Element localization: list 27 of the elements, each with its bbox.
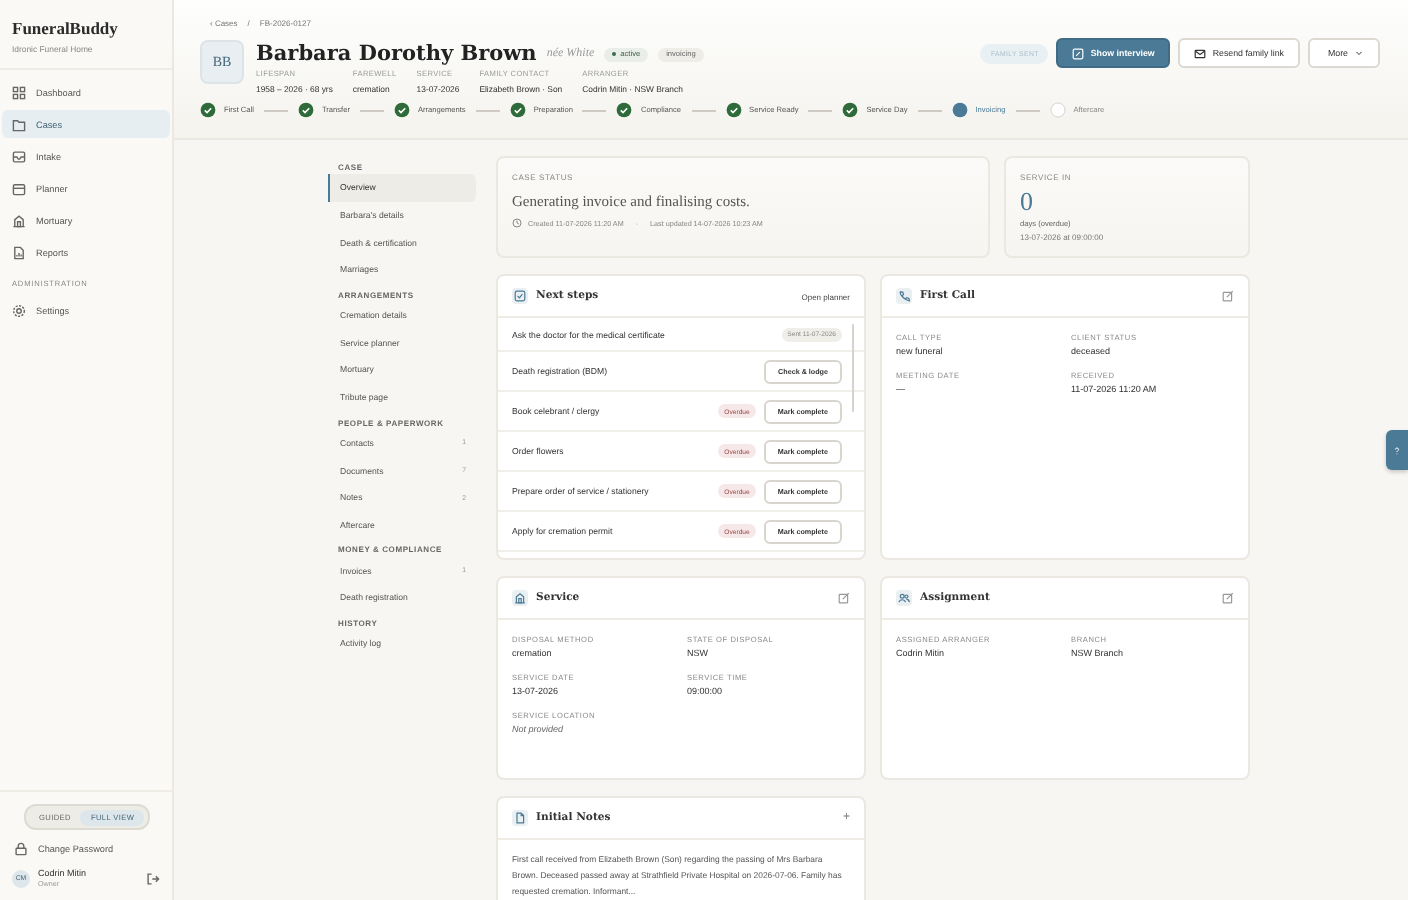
help-icon [1392,445,1402,455]
logout-icon[interactable] [146,871,160,885]
clock-icon [512,218,522,228]
app-logo: FuneralBuddy [12,18,120,38]
edit-icon [1072,47,1085,59]
edit-icon[interactable] [1222,592,1234,604]
phone-icon [898,290,910,302]
grid-icon [12,85,26,99]
scrollbar[interactable] [851,324,854,412]
countdown-value: 0 [1020,188,1035,214]
calendar-icon [12,181,26,195]
report-icon [12,245,26,259]
side-tab-button[interactable] [1386,430,1408,470]
lock-icon [14,842,28,856]
checklist-icon [514,290,526,302]
case-name: Barbara Dorothy Brown [256,42,537,66]
caret-icon [1354,48,1364,58]
edit-icon[interactable] [838,592,850,604]
edit-icon[interactable] [1222,290,1234,302]
inbox-icon [12,149,26,163]
folder-icon [12,117,26,131]
envelope-icon [1194,47,1207,59]
document-icon [514,812,526,824]
gear-icon [12,303,26,317]
building-icon [514,592,526,604]
people-icon [898,592,910,604]
building-icon [12,213,26,227]
